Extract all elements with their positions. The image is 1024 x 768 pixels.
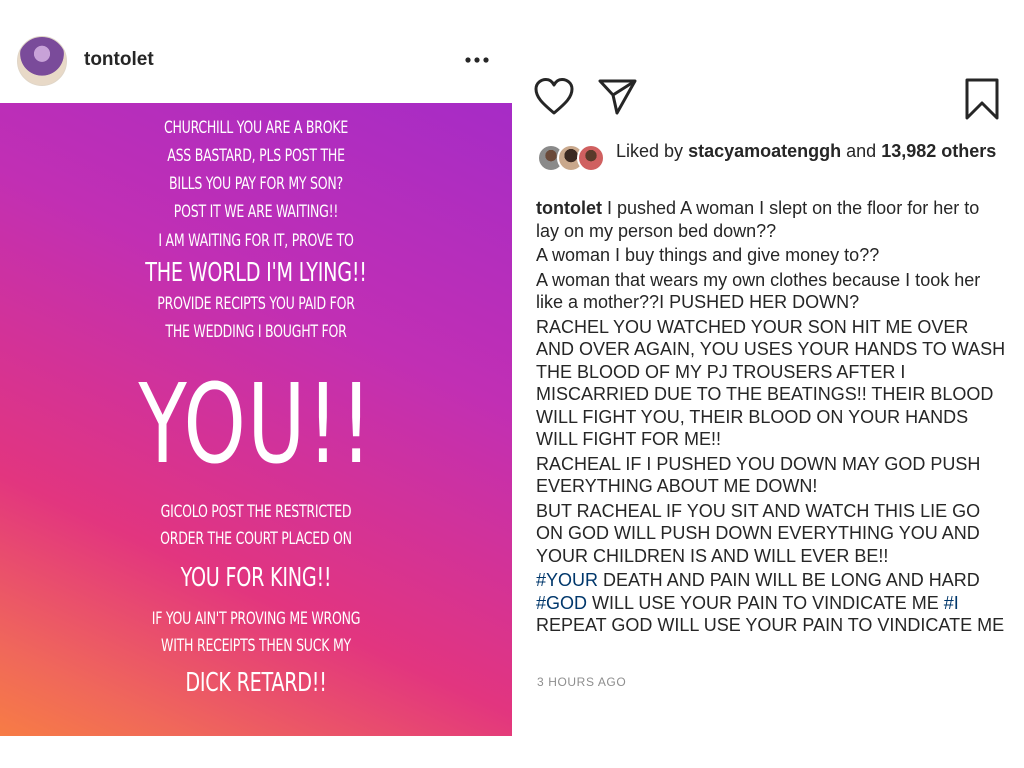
caption: tontolet I pushed A woman I slept on the… [536,197,1006,639]
caption-paragraph: BUT RACHEAL IF YOU SIT AND WATCH THIS LI… [536,500,1006,568]
caption-author[interactable]: tontolet [536,198,602,218]
caption-text: A woman that wears my own clothes becaus… [536,269,981,313]
bookmark-icon[interactable] [964,78,1000,120]
story-text-line: POST IT WE ARE WAITING!! [173,202,339,222]
story-text-line: YOU FOR KING!! [180,563,332,593]
post-image[interactable]: CHURCHILL YOU ARE A BROKE ASS BASTARD, PL… [0,103,512,736]
story-text-line: CHURCHILL YOU ARE A BROKE [163,118,349,138]
story-text-line: WITH RECEIPTS THEN SUCK MY [161,636,351,656]
post-header: tontolet [0,28,512,92]
story-text-line: THE WEDDING I BOUGHT FOR [165,322,347,342]
username[interactable]: tontolet [84,49,154,71]
caption-paragraph: tontolet I pushed A woman I slept on the… [536,197,1006,242]
caption-paragraph: RACHEL YOU WATCHED YOUR SON HIT ME OVER … [536,316,1006,451]
likes-summary: Liked by stacyamoatenggh and 13,982 othe… [616,140,1006,162]
story-text-line: ORDER THE COURT PLACED ON [160,529,352,549]
story-text-line: THE WORLD I'M LYING!! [145,258,367,288]
caption-text: REPEAT GOD WILL USE YOUR PAIN TO VINDICA… [536,615,1005,635]
hashtag-link[interactable]: #GOD [536,593,587,613]
caption-text: BUT RACHEAL IF YOU SIT AND WATCH THIS LI… [536,500,981,566]
caption-paragraph: #YOUR DEATH AND PAIN WILL BE LONG AND HA… [536,569,1006,637]
likes-others[interactable]: others [941,141,996,161]
likes-row[interactable]: Liked by stacyamoatenggh and 13,982 othe… [537,138,1007,188]
action-bar [530,76,1010,120]
story-text-line: DICK RETARD!! [185,668,327,698]
caption-text: WILL USE YOUR PAIN TO VINDICATE ME [587,592,944,613]
likes-conj: and [846,141,877,161]
caption-text: A woman I buy things and give money to?? [536,245,880,265]
likes-count[interactable]: 13,982 [881,141,936,161]
avatar[interactable] [17,36,67,86]
heart-icon[interactable] [534,78,574,116]
caption-paragraph: RACHEAL IF I PUSHED YOU DOWN MAY GOD PUS… [536,453,1006,498]
caption-text: RACHEL YOU WATCHED YOUR SON HIT ME OVER … [536,316,1006,450]
story-text-line: PROVIDE RECIPTS YOU PAID FOR [157,294,355,314]
story-text-line: BILLS YOU PAY FOR MY SON? [169,174,343,194]
caption-text: RACHEAL IF I PUSHED YOU DOWN MAY GOD PUS… [536,453,981,497]
story-text-line: ASS BASTARD, PLS POST THE [167,146,345,166]
story-text-line: IF YOU AIN'T PROVING ME WRONG [151,609,361,629]
story-text-line: YOU!! [138,360,374,488]
caption-text: DEATH AND PAIN WILL BE LONG AND HARD [598,570,980,590]
more-horizontal-icon[interactable] [462,50,492,70]
hashtag-link[interactable]: #YOUR [536,570,598,590]
caption-text: I pushed A woman I slept on the floor fo… [536,198,980,241]
story-text-line: I AM WAITING FOR IT, PROVE TO [158,231,354,251]
liker-username[interactable]: stacyamoatenggh [688,141,841,161]
paper-plane-icon[interactable] [598,78,638,116]
caption-paragraph: A woman I buy things and give money to?? [536,244,1006,267]
timestamp[interactable]: 3 HOURS AGO [537,675,626,689]
liker-avatar [577,144,605,172]
story-text-line: GICOLO POST THE RESTRICTED [160,502,352,522]
likes-prefix: Liked by [616,141,684,161]
caption-paragraph: A woman that wears my own clothes becaus… [536,269,1006,314]
hashtag-link[interactable]: #I [944,593,959,613]
